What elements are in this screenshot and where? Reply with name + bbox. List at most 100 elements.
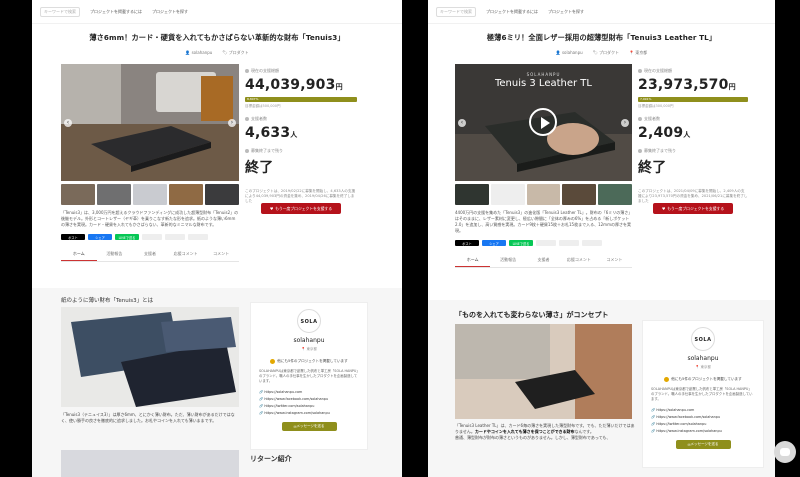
end-note: このプロジェクトは、2019/02/22に募集を開始し、4,633人の支援により… [245, 189, 356, 203]
prev-image-arrow[interactable]: ‹ [64, 118, 72, 127]
next-image-arrow[interactable]: › [621, 118, 629, 127]
project-tabs: ホーム 活動報告 支援者 応援コメント コメント [61, 248, 239, 262]
tab-home[interactable]: ホーム [455, 254, 491, 267]
tab-activity[interactable]: 活動報告 [97, 248, 133, 261]
owner-link[interactable]: 👤 solahanpu [185, 50, 212, 56]
funding-stats: 現在の支援総額 23,973,570円 7,991% 目標金額は300,000円… [638, 64, 748, 205]
share-buttons: ポスト シェア LINEで送る [61, 234, 239, 240]
category-link[interactable]: 🏷 プロダクト [222, 50, 248, 56]
profile-link[interactable]: 🔗 https://www.instagram.com/solahanpu [651, 428, 755, 435]
main-project-video[interactable]: SOLAHANPU Tenuis 3 Leather TL ‹ › [455, 64, 632, 181]
nav-link-find-project[interactable]: プロジェクトを探す [152, 9, 188, 15]
thumbnail[interactable] [61, 184, 95, 205]
thumbnail[interactable] [490, 184, 525, 205]
next-image-arrow[interactable]: › [228, 118, 236, 127]
funding-amount: 23,973,570円 [638, 77, 736, 93]
search-input[interactable]: キーワードで検索 [40, 6, 80, 17]
owner-logo: SOLA [691, 327, 715, 351]
thumbnail[interactable] [133, 184, 167, 205]
main-project-image[interactable]: ‹ › [61, 64, 239, 181]
story-text: 「Tenuis3（テニュイス3）」は厚さ6mm、とにかく薄い財布。ただ、薄い財布… [61, 412, 235, 423]
owner-name: solahanpu [191, 50, 213, 55]
share-facebook-button[interactable]: シェア [88, 234, 112, 240]
tab-cheer[interactable]: 応援コメント [168, 248, 204, 261]
profile-link[interactable]: 🔗 https://solahanpu.com [259, 389, 359, 396]
owner-link[interactable]: 👤 solahanpu [556, 50, 583, 56]
screen: キーワードで検索 プロジェクトを掲載するには プロジェクトを探す 薄さ6mm！カ… [0, 0, 800, 477]
thumbnail[interactable] [526, 184, 561, 205]
tab-supporters[interactable]: 支援者 [132, 248, 168, 261]
story-image-2 [61, 450, 239, 477]
share-x-button[interactable]: ポスト [455, 240, 479, 246]
funding-progress-bar: 7,991% [638, 97, 748, 102]
star-icon [270, 359, 276, 364]
nav-link-list-project[interactable]: プロジェクトを掲載するには [90, 9, 142, 15]
owner-logo: SOLA [297, 309, 321, 333]
share-line-button[interactable]: LINEで送る [115, 234, 139, 240]
thumbnail[interactable] [97, 184, 131, 205]
clock-icon [245, 149, 249, 153]
share-facebook-button[interactable]: シェア [482, 240, 506, 246]
supporters-label: 支援者数 [638, 116, 748, 122]
send-message-button[interactable]: ✉ メッセージを送る [675, 440, 731, 449]
share-extra-button[interactable] [142, 234, 162, 240]
thumbnail[interactable] [562, 184, 597, 205]
chat-bubble-icon[interactable] [774, 441, 796, 463]
support-again-button[interactable]: ♥ もう一度プロジェクトを支援する [653, 203, 733, 214]
tab-supporters[interactable]: 支援者 [526, 254, 561, 267]
project-tabs: ホーム 活動報告 支援者 応援コメント コメント [455, 254, 632, 268]
amount-label: 現在の支援総額 [638, 68, 748, 74]
tab-comments[interactable]: コメント [203, 248, 239, 261]
profile-name[interactable]: solahanpu [251, 337, 367, 344]
project-page-right: キーワードで検索 プロジェクトを掲載するには プロジェクトを探す 極薄6ミリ！全… [428, 0, 775, 477]
share-line-button[interactable]: LINEで送る [509, 240, 533, 246]
nav-link-list-project[interactable]: プロジェクトを掲載するには [486, 9, 538, 15]
profile-links: 🔗 https://solahanpu.com 🔗 https://www.fa… [643, 407, 763, 435]
send-message-button[interactable]: ✉ メッセージを送る [281, 422, 337, 431]
profile-link[interactable]: 🔗 https://solahanpu.com [651, 407, 755, 414]
share-extra-button[interactable] [536, 240, 556, 246]
location-name: 東京都 [635, 50, 648, 55]
star-icon [664, 377, 670, 382]
end-note: このプロジェクトは、2021/04/09に募集を開始し、2,409人の支援により… [638, 189, 748, 203]
profile-link[interactable]: 🔗 https://www.instagram.com/solahanpu [259, 410, 359, 417]
thumbnail[interactable] [455, 184, 489, 205]
category-link[interactable]: 🏷 プロダクト [593, 50, 619, 56]
share-extra-button[interactable] [165, 234, 185, 240]
profile-link[interactable]: 🔗 https://twitter.com/solahanpu [651, 421, 755, 428]
profile-name[interactable]: solahanpu [643, 355, 763, 362]
play-icon[interactable] [529, 108, 557, 136]
category-name: プロダクト [228, 50, 249, 55]
share-x-button[interactable]: ポスト [61, 234, 85, 240]
project-page-left: キーワードで検索 プロジェクトを掲載するには プロジェクトを探す 薄さ6mm！カ… [32, 0, 402, 477]
nav-link-find-project[interactable]: プロジェクトを探す [548, 9, 584, 15]
tab-activity[interactable]: 活動報告 [490, 254, 525, 267]
money-icon [638, 69, 642, 73]
share-extra-button[interactable] [559, 240, 579, 246]
funding-amount: 44,039,903円 [245, 77, 343, 93]
top-navigation: キーワードで検索 プロジェクトを掲載するには プロジェクトを探す [32, 0, 402, 24]
share-extra-button[interactable] [188, 234, 208, 240]
tab-cheer[interactable]: 応援コメント [561, 254, 596, 267]
thumbnail[interactable] [598, 184, 632, 205]
thumbnail[interactable] [205, 184, 239, 205]
progress-fill: 8,807% [245, 97, 357, 102]
tab-comments[interactable]: コメント [597, 254, 632, 267]
other-projects-badge[interactable]: 他にも5件のプロジェクトを掲載しています [251, 359, 367, 364]
profile-link[interactable]: 🔗 https://twitter.com/solahanpu [259, 403, 359, 410]
tab-home[interactable]: ホーム [61, 248, 97, 261]
search-input[interactable]: キーワードで検索 [436, 6, 476, 17]
thumbnail[interactable] [169, 184, 203, 205]
location-link[interactable]: 📍 東京都 [629, 50, 647, 56]
support-again-button[interactable]: ♥ もう一度プロジェクトを支援する [261, 203, 341, 214]
project-status: 終了 [638, 160, 667, 176]
profile-description: SOLAHANPUは東京都で創業した帆布と革工房「SOLA HANPU」のブラン… [651, 387, 753, 401]
prev-image-arrow[interactable]: ‹ [458, 118, 466, 127]
other-projects-badge[interactable]: 他にも5件のプロジェクトを掲載しています [643, 377, 763, 382]
person-icon [638, 117, 642, 121]
profile-link[interactable]: 🔗 https://www.facebook.com/solahanpu [259, 396, 359, 403]
profile-links: 🔗 https://solahanpu.com 🔗 https://www.fa… [251, 389, 367, 417]
share-extra-button[interactable] [582, 240, 602, 246]
wallets-photo [61, 307, 239, 407]
profile-link[interactable]: 🔗 https://www.facebook.com/solahanpu [651, 414, 755, 421]
